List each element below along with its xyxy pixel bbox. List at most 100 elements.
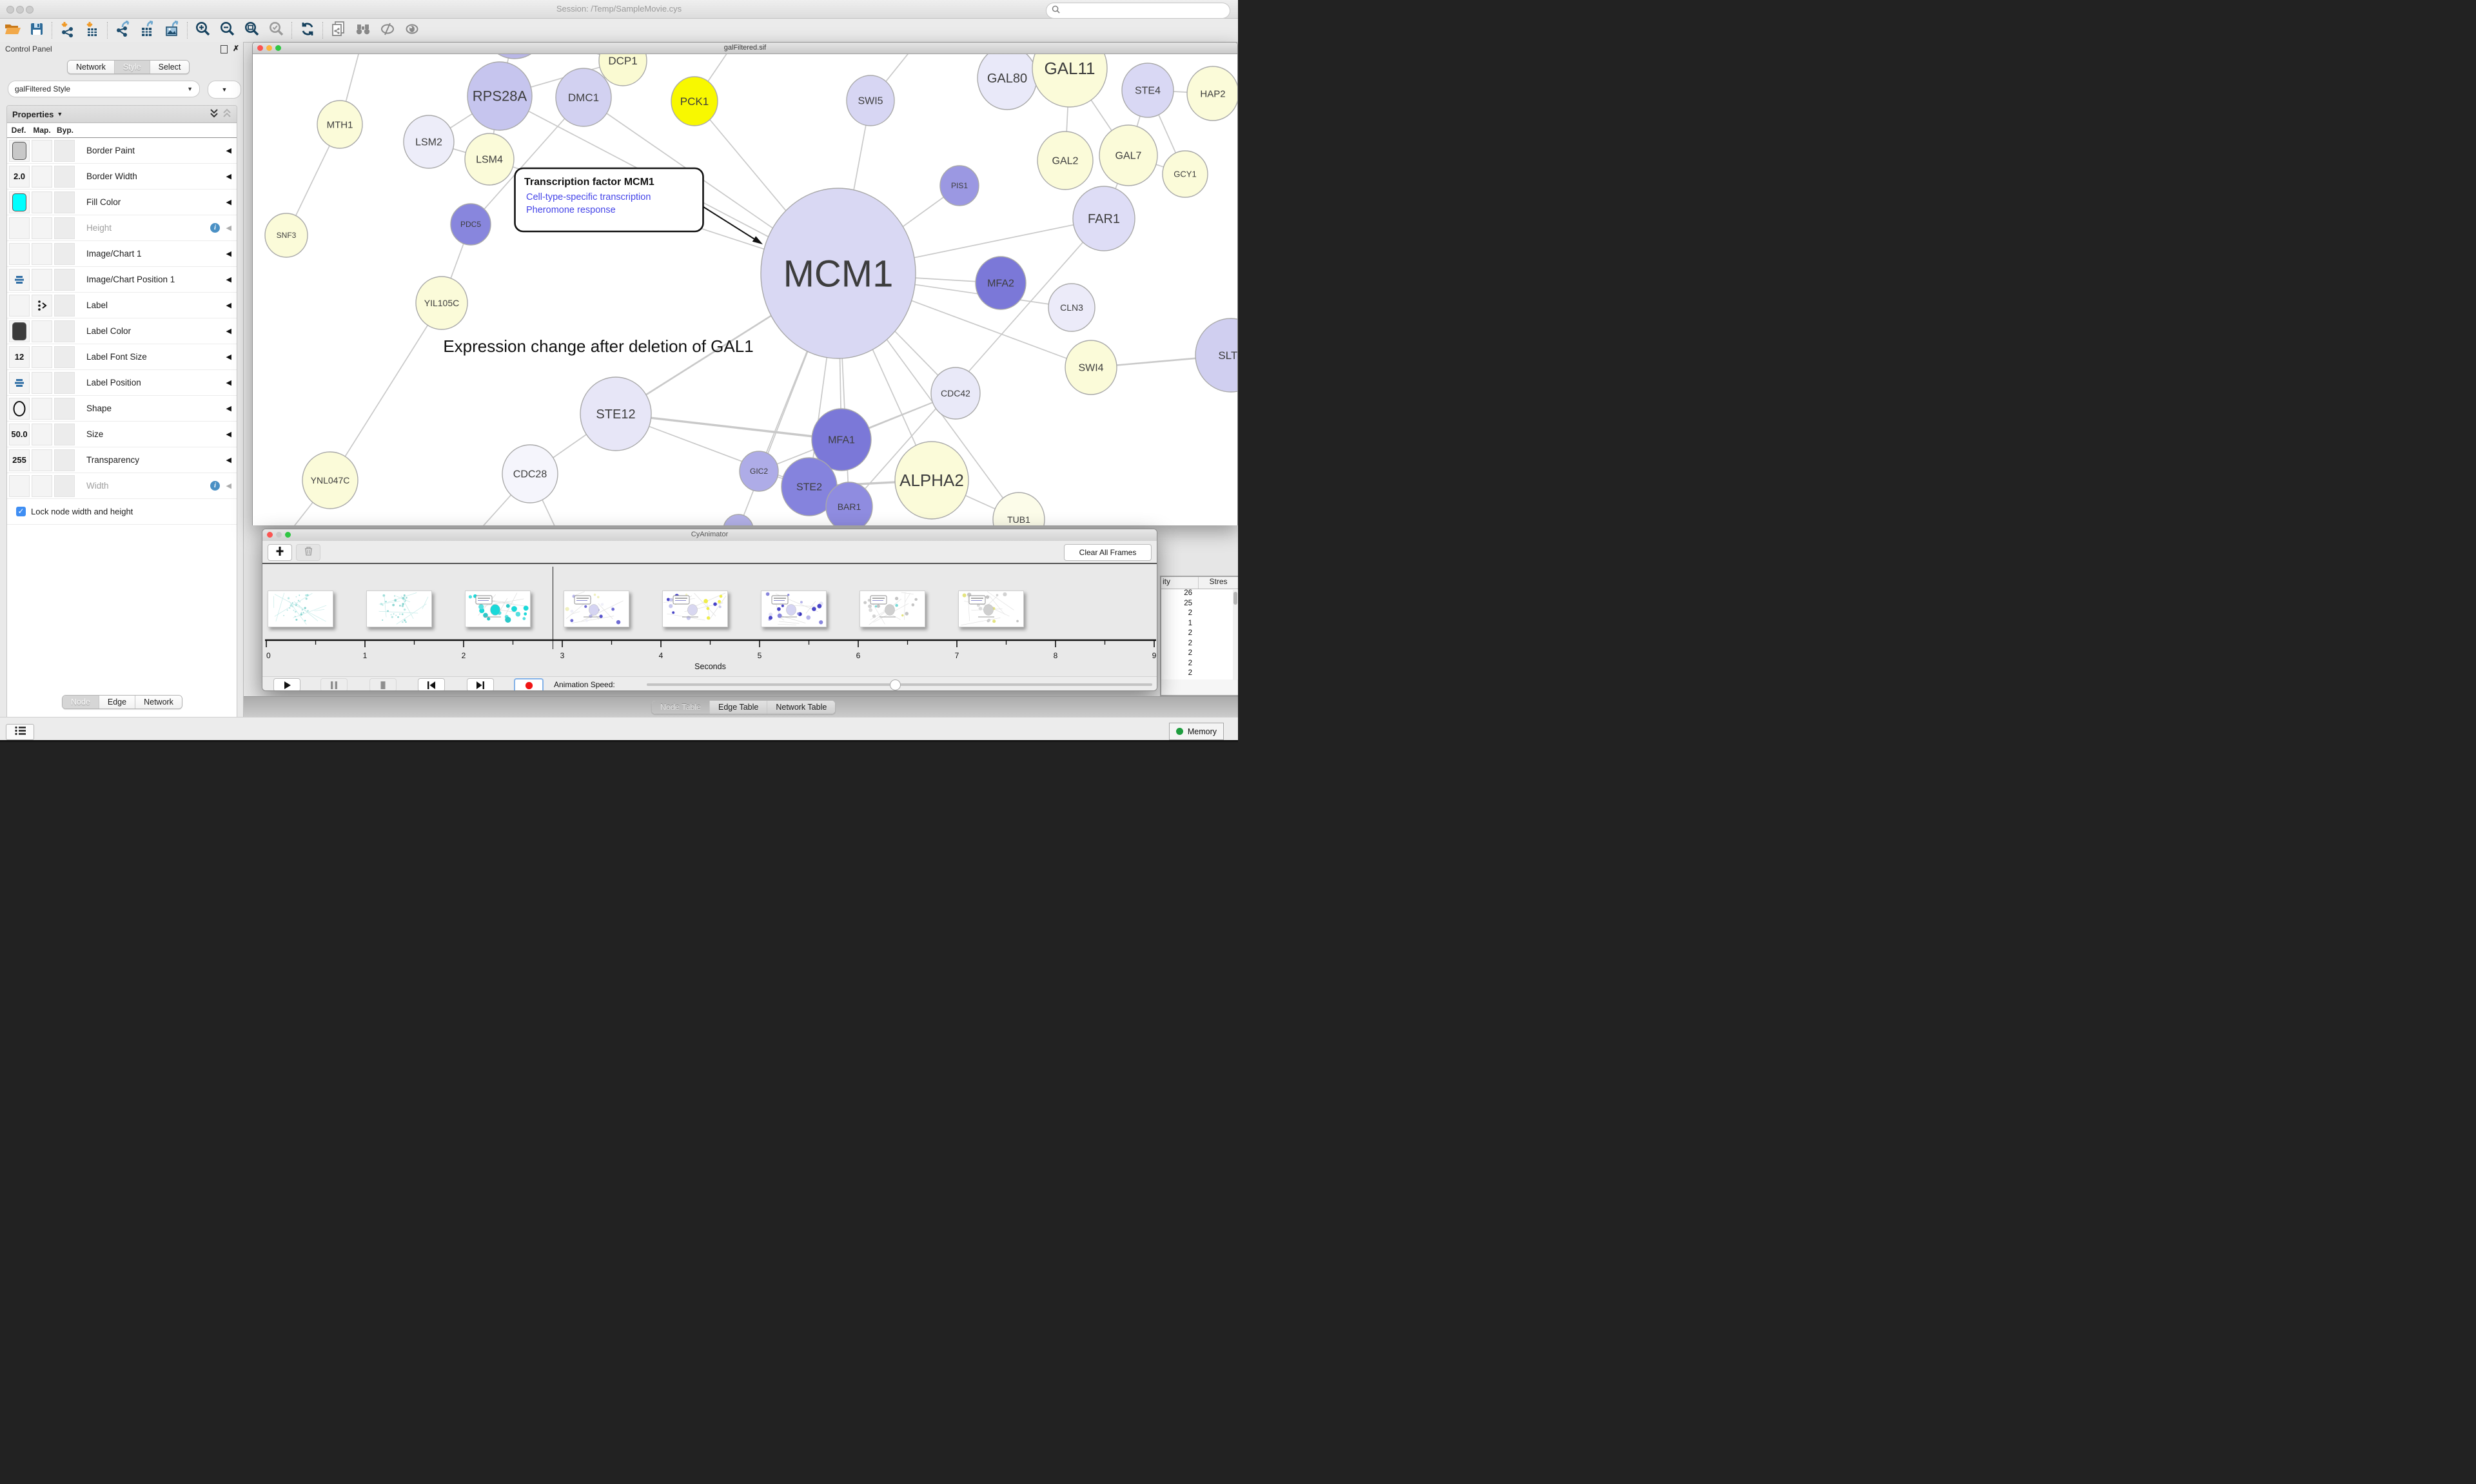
property-row-border-width[interactable]: 2.0Border Width◀ <box>7 164 237 190</box>
node-alpha2[interactable]: ALPHA2 <box>895 442 968 519</box>
bypass-cell[interactable] <box>54 217 75 239</box>
search-field[interactable] <box>1046 3 1230 19</box>
expand-property-icon[interactable]: ◀ <box>226 249 231 258</box>
node-lsm4[interactable]: LSM4 <box>465 133 514 185</box>
import-network-button[interactable] <box>55 20 80 41</box>
default-value-cell[interactable] <box>9 243 30 265</box>
node-lsm2[interactable]: LSM2 <box>404 115 454 168</box>
task-history-button[interactable] <box>6 724 34 740</box>
node-mcm1[interactable]: MCM1 <box>761 188 916 358</box>
cell-value[interactable]: 2 <box>1161 669 1192 679</box>
mapping-cell[interactable] <box>32 475 52 497</box>
default-value-cell[interactable] <box>9 475 30 497</box>
expand-property-icon[interactable]: ◀ <box>226 404 231 413</box>
table-row[interactable]: 2 <box>1161 659 1238 670</box>
zoom-fit-button[interactable] <box>240 20 264 41</box>
refresh-view-button[interactable] <box>295 20 320 41</box>
node-pp1[interactable] <box>723 514 753 525</box>
frame-thumbnail-1[interactable] <box>366 591 432 627</box>
frame-thumbnail-3[interactable] <box>564 591 629 627</box>
property-row-label-color[interactable]: Label Color◀ <box>7 318 237 344</box>
bypass-cell[interactable] <box>54 191 75 213</box>
animation-speed-slider[interactable] <box>647 683 1152 686</box>
node-pis1[interactable]: PIS1 <box>940 166 979 206</box>
node-ste12[interactable]: STE12 <box>580 377 651 451</box>
expand-property-icon[interactable]: ◀ <box>226 353 231 361</box>
expand-property-icon[interactable]: ◀ <box>226 456 231 464</box>
mapping-cell[interactable] <box>32 191 52 213</box>
node-hap2[interactable]: HAP2 <box>1187 66 1237 121</box>
node-ste4[interactable]: STE4 <box>1122 63 1174 117</box>
expand-property-icon[interactable]: ◀ <box>226 430 231 438</box>
cell-value[interactable]: 2 <box>1161 649 1192 659</box>
annotation-link[interactable]: Pheromone response <box>526 205 616 215</box>
node-mfa2[interactable]: MFA2 <box>976 257 1026 309</box>
node-pdc5[interactable]: PDC5 <box>451 204 491 245</box>
property-row-height[interactable]: Heighti◀ <box>7 215 237 241</box>
bypass-cell[interactable] <box>54 243 75 265</box>
mapping-cell[interactable] <box>32 320 52 342</box>
node-far1[interactable]: FAR1 <box>1073 186 1135 251</box>
expand-property-icon[interactable]: ◀ <box>226 224 231 232</box>
expand-property-icon[interactable]: ◀ <box>226 275 231 284</box>
add-frame-button[interactable] <box>268 544 292 561</box>
expand-property-icon[interactable]: ◀ <box>226 482 231 490</box>
node-mth1[interactable]: MTH1 <box>317 101 362 148</box>
mapping-cell[interactable] <box>32 269 52 291</box>
expand-all-icon[interactable] <box>210 108 219 121</box>
table-row[interactable]: 2 <box>1161 629 1238 639</box>
skip-to-end-button[interactable] <box>467 678 494 691</box>
node-yil105c[interactable]: YIL105C <box>416 277 467 329</box>
default-value-cell[interactable] <box>9 320 30 342</box>
table-row[interactable]: 2 <box>1161 669 1238 679</box>
cell-value[interactable]: 2 <box>1161 659 1192 670</box>
property-row-label-position[interactable]: Label Position◀ <box>7 370 237 396</box>
expand-property-icon[interactable]: ◀ <box>226 378 231 387</box>
table-row[interactable]: 26 <box>1161 589 1238 600</box>
property-row-label-font-size[interactable]: 12Label Font Size◀ <box>7 344 237 370</box>
export-image-button[interactable] <box>160 20 184 41</box>
frame-thumbnail-5[interactable] <box>761 591 827 627</box>
table-row[interactable]: 1 <box>1161 620 1238 630</box>
find-button[interactable] <box>351 20 375 41</box>
mapping-cell[interactable] <box>32 217 52 239</box>
node-swi4[interactable]: SWI4 <box>1065 340 1117 395</box>
cyanimator-timeline[interactable]: 0123456789 Seconds <box>262 563 1157 678</box>
zoom-out-button[interactable] <box>215 20 240 41</box>
node-cln3[interactable]: CLN3 <box>1048 284 1095 331</box>
frame-thumbnail-4[interactable] <box>662 591 728 627</box>
float-panel-icon[interactable] <box>221 45 228 54</box>
skip-to-start-button[interactable] <box>418 678 445 691</box>
info-icon[interactable]: i <box>210 481 220 491</box>
mapping-cell[interactable] <box>32 424 52 445</box>
bypass-cell[interactable] <box>54 346 75 368</box>
node-snf3[interactable]: SNF3 <box>265 213 308 257</box>
export-table-button[interactable] <box>135 20 160 41</box>
tab-node[interactable]: Node <box>63 696 99 708</box>
annotation-link[interactable]: Cell-type-specific transcription <box>526 192 651 202</box>
tab-network[interactable]: Network <box>135 696 182 708</box>
mapping-cell[interactable] <box>32 346 52 368</box>
default-value-cell[interactable]: 255 <box>9 449 30 471</box>
expand-property-icon[interactable]: ◀ <box>226 146 231 155</box>
bypass-cell[interactable] <box>54 320 75 342</box>
tab-select[interactable]: Select <box>150 61 190 73</box>
cell-value[interactable]: 1 <box>1161 620 1192 630</box>
bypass-cell[interactable] <box>54 269 75 291</box>
bypass-cell[interactable] <box>54 166 75 188</box>
search-input[interactable] <box>1064 6 1221 16</box>
node-tub1[interactable]: TUB1 <box>993 493 1045 525</box>
scrollbar-thumb[interactable] <box>1233 592 1237 605</box>
style-selector[interactable]: galFiltered Style ▼ <box>8 81 200 97</box>
play-button[interactable] <box>273 678 300 691</box>
node-rps28a[interactable]: RPS28A <box>467 62 532 130</box>
bypass-cell[interactable] <box>54 295 75 317</box>
property-row-fill-color[interactable]: Fill Color◀ <box>7 190 237 215</box>
tab-node-table[interactable]: Node Table <box>652 701 709 714</box>
tab-style[interactable]: Style <box>114 61 150 73</box>
tab-network-table[interactable]: Network Table <box>767 701 835 714</box>
property-row-shape[interactable]: Shape◀ <box>7 396 237 422</box>
cell-value[interactable]: 2 <box>1161 629 1192 639</box>
stop-button[interactable] <box>369 678 397 691</box>
node-gal11[interactable]: GAL11 <box>1032 54 1107 107</box>
